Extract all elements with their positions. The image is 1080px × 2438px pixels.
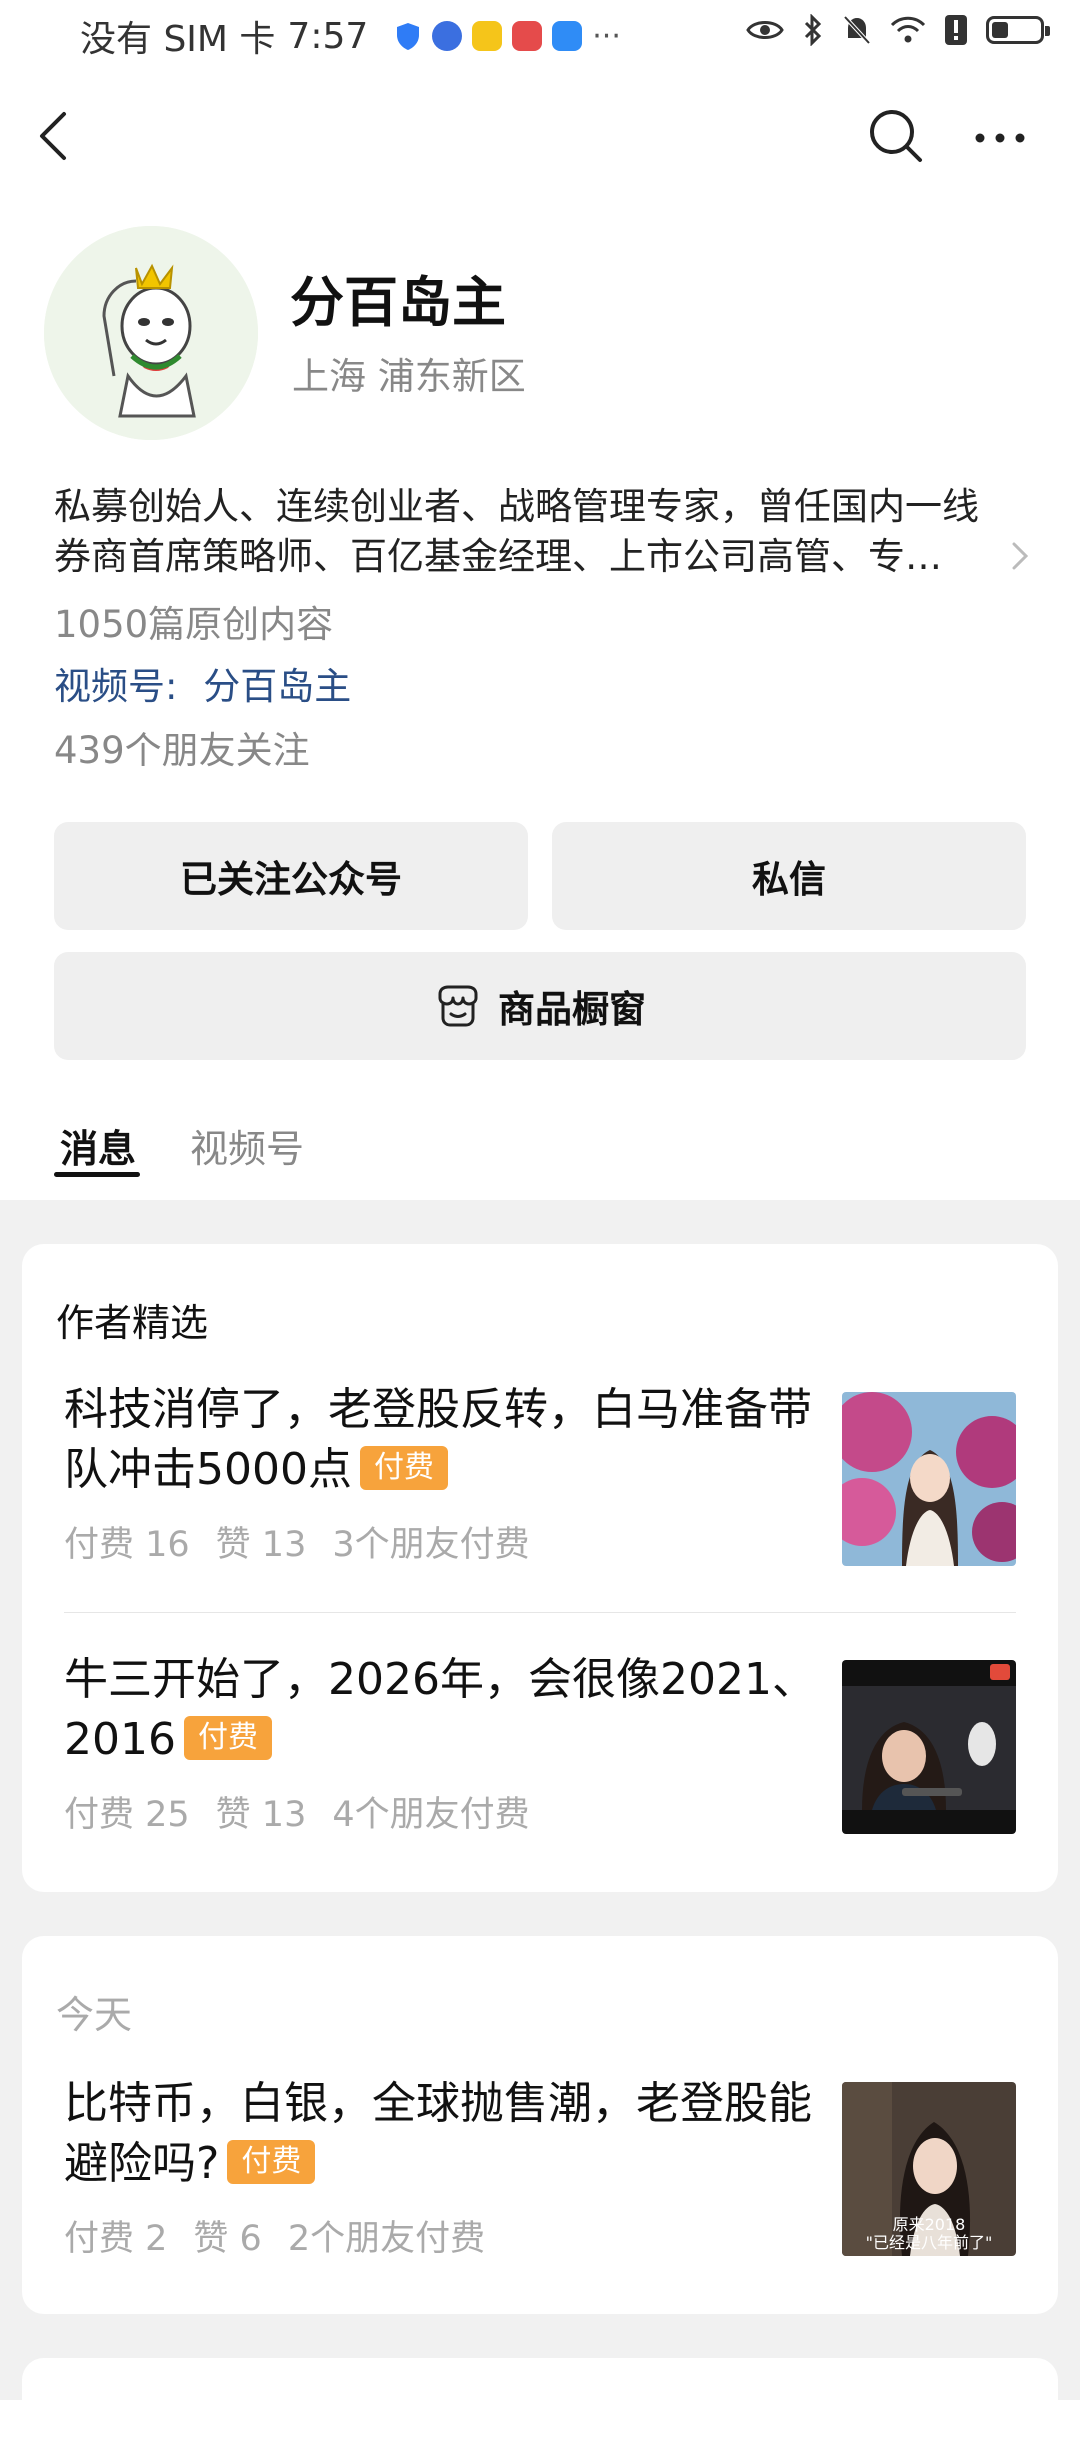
article-thumbnail: 原来2018 "已经是八年前了": [842, 2082, 1016, 2256]
paid-count: 付费 2: [64, 2219, 168, 2259]
browser-app-icon: [432, 21, 463, 51]
paid-count: 付费 16: [64, 1525, 190, 1565]
bluetooth-icon: [804, 14, 822, 46]
avatar-image: [44, 226, 258, 440]
thumbnail-image: [842, 1660, 1016, 1834]
friends-paid: 4个朋友付费: [332, 1795, 530, 1835]
paid-tag: 付费: [183, 1716, 272, 1760]
profile-name: 分百岛主: [290, 271, 506, 334]
article-item[interactable]: 科技消停了，老登股反转，白马准备带队冲击5000点 付费 付费 16 赞 13 3…: [64, 1380, 1016, 1580]
next-card: [22, 2358, 1058, 2438]
chevron-left-icon: [40, 112, 66, 160]
article-item[interactable]: 比特币，白银，全球抛售潮，老登股能避险吗? 付费 付费 2 赞 6 2个朋友付费 …: [64, 2074, 1016, 2274]
search-button[interactable]: [866, 106, 926, 166]
battery-icon: [986, 16, 1050, 44]
paid-count: 付费 25: [64, 1795, 190, 1835]
shop-window-icon: [438, 985, 478, 1027]
alert-icon: [945, 15, 967, 45]
channel-name: 分百岛主: [203, 665, 352, 708]
followed-button[interactable]: 已关注公众号: [54, 822, 528, 930]
more-notifications-icon: ···: [592, 18, 621, 54]
status-left: 没有 SIM 卡 7:57 ···: [80, 10, 621, 62]
shop-window-label: 商品橱窗: [498, 988, 646, 1031]
avatar[interactable]: [44, 226, 258, 440]
profile-bio[interactable]: 私募创始人、连续创业者、战略管理专家，曾任国内一线 券商首席策略师、百亿基金经理…: [54, 482, 1014, 582]
active-tab-indicator: [54, 1172, 140, 1177]
channel-label: 视频号:: [54, 665, 178, 708]
article-title: 科技消停了，老登股反转，白马准备带队冲击5000点 付费: [64, 1380, 824, 1500]
bio-line-2: 券商首席策略师、百亿基金经理、上市公司高管、专…: [54, 535, 942, 578]
article-title-text: 比特币，白银，全球抛售潮，老登股能避险吗?: [64, 2078, 812, 2189]
bell-muted-icon: [843, 15, 871, 45]
more-button[interactable]: [970, 110, 1030, 160]
article-thumbnail: [842, 1392, 1016, 1566]
bio-expand-chevron[interactable]: [1004, 536, 1034, 576]
article-divider: [64, 1612, 1016, 1613]
chevron-right-icon: [1012, 542, 1029, 570]
thumbnail-image: [842, 1392, 1016, 1566]
like-count: 赞 13: [215, 1795, 307, 1835]
tab-channels[interactable]: 视频号: [190, 1118, 304, 1173]
paid-tag: 付费: [227, 2140, 316, 2184]
tab-messages[interactable]: 消息: [60, 1118, 136, 1173]
more-horizontal-icon: [975, 133, 1025, 143]
friends-follow-count[interactable]: 439个朋友关注: [54, 720, 310, 774]
article-title: 牛三开始了，2026年，会很像2021、2016 付费: [64, 1650, 824, 1770]
article-title: 比特币，白银，全球抛售潮，老登股能避险吗? 付费: [64, 2074, 824, 2194]
huawei-app-icon: [512, 21, 543, 51]
article-title-text: 牛三开始了，2026年，会很像2021、2016: [64, 1654, 816, 1765]
shield-icon: [397, 23, 420, 50]
article-item[interactable]: 牛三开始了，2026年，会很像2021、2016 付费 付费 25 赞 13 4个…: [64, 1650, 1016, 1850]
weibo-app-icon: [472, 21, 503, 51]
featured-title: 作者精选: [56, 1301, 209, 1345]
wifi-icon: [890, 16, 926, 43]
article-thumbnail: [842, 1660, 1016, 1834]
status-bar: 没有 SIM 卡 7:57 ···: [0, 0, 1080, 72]
shop-window-button[interactable]: 商品橱窗: [54, 952, 1026, 1060]
date-label: 今天: [56, 1993, 133, 2037]
message-button[interactable]: 私信: [552, 822, 1026, 930]
like-count: 赞 13: [215, 1525, 307, 1565]
channel-link[interactable]: 视频号: 分百岛主: [54, 656, 351, 710]
cloud-app-icon: [552, 21, 583, 51]
friends-paid: 3个朋友付费: [332, 1525, 530, 1565]
profile-location: 上海 浦东新区: [292, 355, 526, 398]
friends-paid: 2个朋友付费: [287, 2219, 486, 2259]
thumbnail-caption: 原来2018 "已经是八年前了": [842, 2216, 1016, 2252]
original-count: 1050篇原创内容: [54, 603, 334, 646]
thumbnail-caption-line2: "已经是八年前了": [865, 2233, 993, 2252]
back-button[interactable]: [30, 106, 80, 166]
status-right: [746, 14, 1050, 46]
time-label: 7:57: [287, 15, 369, 57]
like-count: 赞 6: [193, 2219, 262, 2259]
thumbnail-caption-line1: 原来2018: [892, 2215, 966, 2234]
eye-icon: [746, 21, 784, 39]
notification-icons: ···: [394, 19, 621, 54]
search-icon: [870, 110, 922, 162]
carrier-label: 没有 SIM 卡: [80, 19, 276, 60]
bio-line-1: 私募创始人、连续创业者、战略管理专家，曾任国内一线: [54, 485, 979, 528]
paid-tag: 付费: [359, 1446, 448, 1490]
